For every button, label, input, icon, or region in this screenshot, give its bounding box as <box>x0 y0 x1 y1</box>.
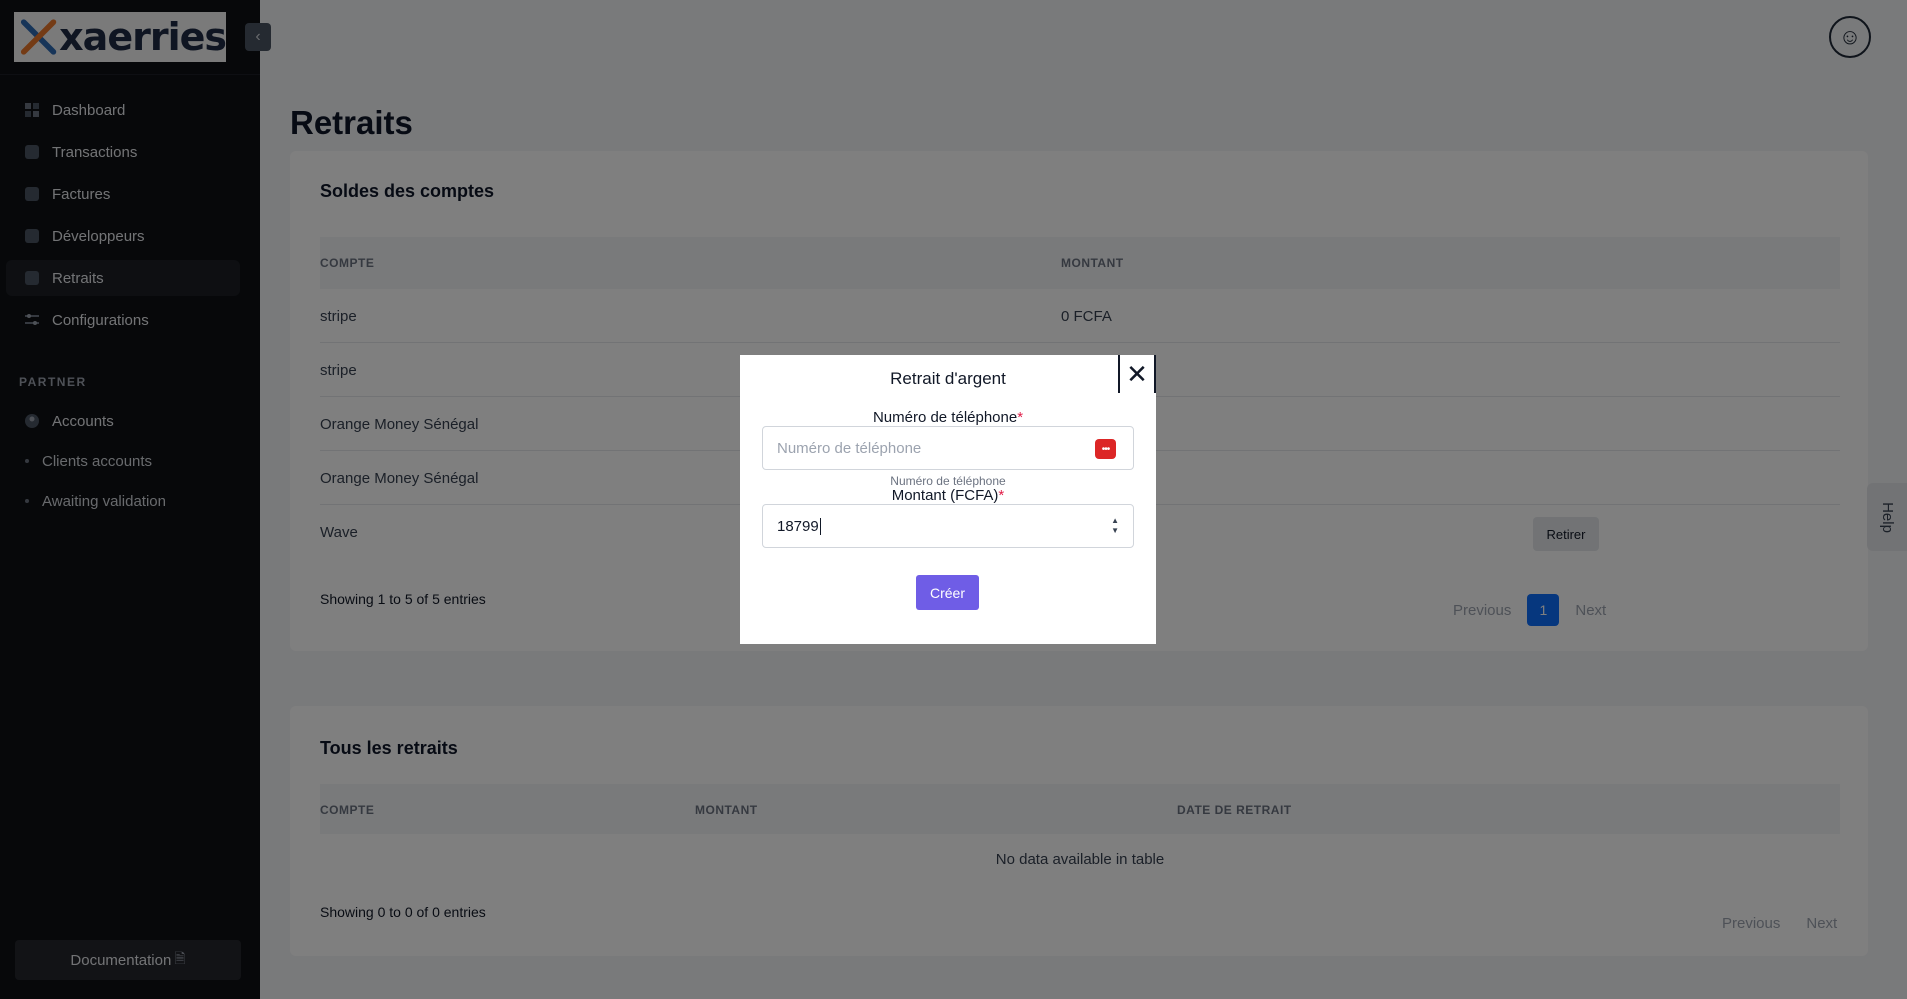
phone-input[interactable]: Numéro de téléphone ••• <box>762 426 1134 470</box>
phone-hint: Numéro de téléphone <box>890 474 1006 488</box>
amount-value: 18799 <box>777 517 819 535</box>
number-stepper[interactable]: ▲ ▼ <box>1111 516 1119 536</box>
chevron-down-icon[interactable]: ▼ <box>1111 526 1119 536</box>
amount-label-text: Montant (FCFA) <box>891 487 999 504</box>
text-cursor <box>819 517 821 535</box>
phone-placeholder: Numéro de téléphone <box>777 439 922 457</box>
password-manager-icon[interactable]: ••• <box>1095 439 1116 459</box>
withdraw-modal: Retrait d'argent ✕ Numéro de téléphone* … <box>740 355 1156 644</box>
create-button[interactable]: Créer <box>916 575 979 610</box>
required-mark: * <box>1017 409 1024 426</box>
amount-input[interactable]: 18799 ▲ ▼ <box>762 504 1134 548</box>
required-mark: * <box>998 487 1005 504</box>
phone-label: Numéro de téléphone* <box>740 409 1156 426</box>
amount-label: Montant (FCFA)* <box>740 487 1156 504</box>
close-icon: ✕ <box>1126 358 1148 389</box>
phone-label-text: Numéro de téléphone <box>872 409 1018 426</box>
chevron-up-icon[interactable]: ▲ <box>1111 516 1119 526</box>
close-button[interactable]: ✕ <box>1118 355 1156 393</box>
modal-title: Retrait d'argent <box>890 369 1006 388</box>
